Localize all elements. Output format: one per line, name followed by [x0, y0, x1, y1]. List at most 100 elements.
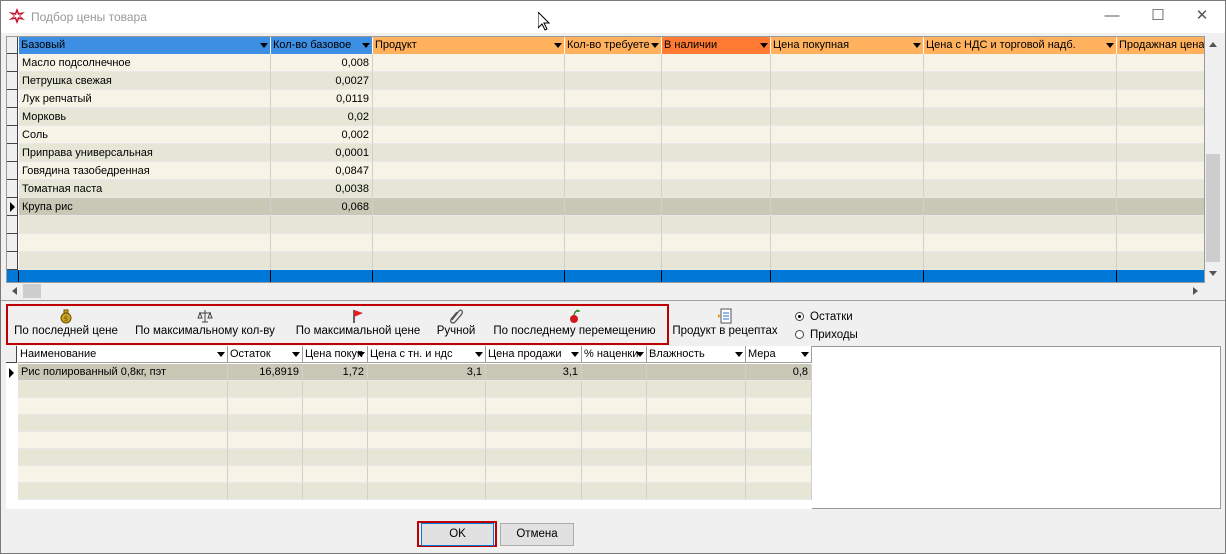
table-cell[interactable] [924, 234, 1117, 252]
table-cell[interactable] [565, 144, 662, 162]
row-indicator[interactable] [6, 449, 17, 466]
table-cell[interactable] [228, 398, 303, 415]
scroll-right-icon[interactable] [1193, 287, 1198, 295]
table-cell[interactable] [271, 234, 373, 252]
products-grid[interactable]: Наименование Остаток Цена покуп Цена с тн. … [6, 346, 812, 509]
table-cell[interactable] [303, 415, 368, 432]
column-header[interactable]: Кол-во базовое [271, 37, 373, 54]
table-cell[interactable] [746, 432, 812, 449]
table-cell[interactable]: Масло подсолнечное [19, 54, 271, 72]
table-cell[interactable] [368, 398, 486, 415]
row-indicator[interactable] [7, 234, 18, 252]
table-cell[interactable] [565, 180, 662, 198]
table-cell[interactable] [771, 234, 924, 252]
table-cell[interactable] [662, 72, 771, 90]
table-cell[interactable] [486, 483, 582, 500]
table-cell[interactable] [303, 381, 368, 398]
table-cell[interactable] [771, 198, 924, 216]
row-indicator[interactable] [6, 415, 17, 432]
table-cell[interactable] [368, 381, 486, 398]
table-cell[interactable] [924, 252, 1117, 270]
table-cell[interactable] [647, 364, 746, 381]
table-cell[interactable] [1117, 126, 1204, 144]
dropdown-arrow-icon[interactable] [475, 352, 483, 357]
table-cell[interactable]: Говядина тазобедренная [19, 162, 271, 180]
table-cell[interactable]: 1,72 [303, 364, 368, 381]
table-cell[interactable] [18, 483, 228, 500]
column-header[interactable]: Продажная цена [1117, 37, 1204, 54]
row-indicator[interactable] [7, 252, 18, 270]
table-cell[interactable] [771, 126, 924, 144]
row-indicator[interactable] [7, 54, 18, 72]
row-indicator[interactable] [7, 198, 18, 216]
table-cell[interactable] [582, 415, 647, 432]
close-button[interactable]: ✕ [1179, 1, 1225, 33]
dropdown-arrow-icon[interactable] [571, 352, 579, 357]
table-cell[interactable] [18, 466, 228, 483]
table-cell[interactable] [486, 381, 582, 398]
table-cell[interactable] [582, 398, 647, 415]
table-cell[interactable] [565, 162, 662, 180]
maximize-button[interactable]: ☐ [1135, 1, 1181, 33]
row-indicator[interactable] [6, 364, 17, 381]
table-cell[interactable] [924, 90, 1117, 108]
table-cell[interactable] [18, 415, 228, 432]
table-cell[interactable] [582, 466, 647, 483]
column-header[interactable]: Цена продажи [486, 346, 582, 363]
table-cell[interactable] [373, 54, 565, 72]
column-header[interactable]: Цена с НДС и торговой надб. [924, 37, 1117, 54]
row-indicator[interactable] [7, 72, 18, 90]
table-cell[interactable]: 0,0847 [271, 162, 373, 180]
column-header[interactable]: % наценки [582, 346, 647, 363]
table-cell[interactable] [662, 144, 771, 162]
row-indicator[interactable] [7, 216, 18, 234]
table-cell[interactable] [373, 216, 565, 234]
last-move-button[interactable]: По последнему перемещению [487, 306, 662, 344]
table-cell[interactable] [228, 466, 303, 483]
table-cell[interactable] [486, 449, 582, 466]
table-cell[interactable] [1117, 144, 1204, 162]
table-cell[interactable]: 0,008 [271, 54, 373, 72]
max-price-button[interactable]: По максимальной цене [291, 306, 425, 344]
table-cell[interactable] [18, 432, 228, 449]
table-cell[interactable] [565, 252, 662, 270]
table-cell[interactable] [746, 466, 812, 483]
table-cell[interactable] [746, 398, 812, 415]
column-header[interactable]: Влажность [647, 346, 746, 363]
table-cell[interactable] [1117, 198, 1204, 216]
table-cell[interactable] [647, 381, 746, 398]
table-cell[interactable] [486, 415, 582, 432]
table-cell[interactable] [746, 483, 812, 500]
table-cell[interactable] [924, 198, 1117, 216]
table-cell[interactable]: Приправа универсальная [19, 144, 271, 162]
table-cell[interactable] [373, 144, 565, 162]
table-cell[interactable] [228, 415, 303, 432]
table-cell[interactable] [373, 180, 565, 198]
table-cell[interactable] [368, 432, 486, 449]
table-cell[interactable] [373, 252, 565, 270]
dropdown-arrow-icon[interactable] [636, 352, 644, 357]
top-grid-vertical-scrollbar[interactable] [1205, 36, 1221, 283]
column-header[interactable]: Наименование [18, 346, 228, 363]
table-cell[interactable]: 3,1 [486, 364, 582, 381]
table-cell[interactable] [565, 90, 662, 108]
table-cell[interactable] [771, 72, 924, 90]
table-cell[interactable]: Рис полированный 0,8кг, пэт [18, 364, 228, 381]
table-cell[interactable] [303, 449, 368, 466]
table-cell[interactable] [924, 126, 1117, 144]
scroll-up-icon[interactable] [1209, 42, 1217, 47]
table-cell[interactable] [746, 415, 812, 432]
table-cell[interactable]: Соль [19, 126, 271, 144]
column-header[interactable]: Цена покупная [771, 37, 924, 54]
row-indicator[interactable] [7, 144, 18, 162]
table-cell[interactable] [771, 180, 924, 198]
table-cell[interactable] [565, 216, 662, 234]
dropdown-arrow-icon[interactable] [362, 43, 370, 48]
table-cell[interactable] [303, 432, 368, 449]
dropdown-arrow-icon[interactable] [913, 43, 921, 48]
table-cell[interactable] [771, 90, 924, 108]
last-price-button[interactable]: $ По последней цене [11, 306, 121, 344]
dropdown-arrow-icon[interactable] [260, 43, 268, 48]
table-cell[interactable] [662, 90, 771, 108]
table-cell[interactable] [1117, 234, 1204, 252]
